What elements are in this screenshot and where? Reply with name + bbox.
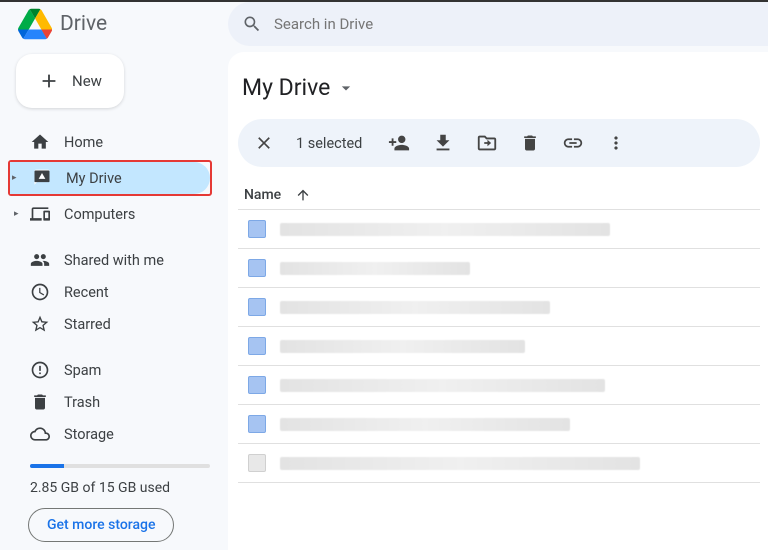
new-button[interactable]: New bbox=[16, 54, 124, 108]
file-name-redacted bbox=[280, 340, 525, 353]
share-icon[interactable] bbox=[388, 132, 410, 154]
sidebar-item-spam[interactable]: Spam bbox=[12, 354, 220, 386]
sidebar-item-label: Computers bbox=[64, 206, 135, 223]
sidebar-item-label: Starred bbox=[64, 316, 111, 333]
table-row[interactable] bbox=[238, 248, 760, 287]
file-icon bbox=[248, 454, 266, 472]
sidebar-item-label: My Drive bbox=[66, 170, 122, 187]
sidebar-item-my drive[interactable]: ▸My Drive bbox=[10, 162, 210, 194]
file-name-redacted bbox=[280, 262, 470, 275]
file-icon bbox=[248, 259, 266, 277]
get-more-storage-button[interactable]: Get more storage bbox=[28, 508, 174, 542]
drive-logo-icon bbox=[18, 7, 52, 41]
sidebar-item-starred[interactable]: Starred bbox=[12, 308, 220, 340]
people-icon bbox=[30, 250, 50, 270]
file-icon bbox=[248, 220, 266, 238]
sort-asc-icon[interactable] bbox=[295, 187, 311, 203]
column-header[interactable]: Name bbox=[238, 179, 760, 209]
search-bar[interactable] bbox=[228, 2, 768, 46]
delete-icon[interactable] bbox=[520, 133, 540, 153]
clock-icon bbox=[30, 282, 50, 302]
table-row[interactable] bbox=[238, 326, 760, 365]
sidebar-item-label: Spam bbox=[64, 362, 101, 379]
sidebar-item-computers[interactable]: ▸Computers bbox=[12, 198, 220, 230]
file-icon bbox=[248, 298, 266, 316]
sidebar-item-label: Home bbox=[64, 134, 103, 151]
search-input[interactable] bbox=[274, 15, 760, 33]
file-name-redacted bbox=[280, 223, 610, 236]
move-icon[interactable] bbox=[476, 132, 498, 154]
app-name: Drive bbox=[60, 12, 107, 36]
main-panel: My Drive 1 selected Name bbox=[228, 52, 768, 550]
column-name: Name bbox=[244, 187, 281, 203]
table-row[interactable] bbox=[238, 287, 760, 326]
sidebar: New Home ▸My Drive ▸Computers Shared with … bbox=[0, 46, 228, 550]
chevron-down-icon bbox=[336, 78, 356, 98]
sidebar-item-label: Shared with me bbox=[64, 252, 164, 269]
header: Drive bbox=[0, 2, 768, 46]
table-row[interactable] bbox=[238, 404, 760, 443]
selection-toolbar: 1 selected bbox=[238, 119, 760, 167]
sidebar-item-label: Trash bbox=[64, 394, 100, 411]
more-icon[interactable] bbox=[606, 133, 626, 153]
file-name-redacted bbox=[280, 379, 605, 392]
storage-bar bbox=[30, 464, 210, 468]
close-icon[interactable] bbox=[254, 133, 274, 153]
link-icon[interactable] bbox=[562, 132, 584, 154]
spam-icon bbox=[30, 360, 50, 380]
file-icon bbox=[248, 376, 266, 394]
file-name-redacted bbox=[280, 457, 640, 470]
star-icon bbox=[30, 314, 50, 334]
selected-count: 1 selected bbox=[296, 135, 362, 152]
sidebar-item-label: Recent bbox=[64, 284, 109, 301]
table-row[interactable] bbox=[238, 209, 760, 248]
logo-area[interactable]: Drive bbox=[0, 7, 228, 41]
devices-icon bbox=[30, 204, 50, 224]
storage-text: 2.85 GB of 15 GB used bbox=[12, 476, 220, 508]
sidebar-item-shared with me[interactable]: Shared with me bbox=[12, 244, 220, 276]
page-title: My Drive bbox=[242, 74, 330, 101]
new-button-label: New bbox=[72, 72, 102, 90]
highlight-box: ▸My Drive bbox=[8, 160, 212, 196]
download-icon[interactable] bbox=[432, 132, 454, 154]
search-icon bbox=[242, 14, 262, 34]
cloud-icon bbox=[30, 424, 50, 444]
plus-icon bbox=[38, 70, 60, 92]
sidebar-item-recent[interactable]: Recent bbox=[12, 276, 220, 308]
sidebar-item-trash[interactable]: Trash bbox=[12, 386, 220, 418]
drive-icon bbox=[32, 168, 52, 188]
table-row[interactable] bbox=[238, 365, 760, 404]
file-icon bbox=[248, 415, 266, 433]
sidebar-item-home[interactable]: Home bbox=[12, 126, 220, 158]
sidebar-item-label: Storage bbox=[64, 426, 114, 443]
trash-icon bbox=[30, 392, 50, 412]
home-icon bbox=[30, 132, 50, 152]
sidebar-item-storage[interactable]: Storage bbox=[12, 418, 220, 450]
file-icon bbox=[248, 337, 266, 355]
file-name-redacted bbox=[280, 418, 570, 431]
breadcrumb[interactable]: My Drive bbox=[238, 68, 760, 119]
file-name-redacted bbox=[280, 301, 550, 314]
table-row[interactable] bbox=[238, 443, 760, 483]
